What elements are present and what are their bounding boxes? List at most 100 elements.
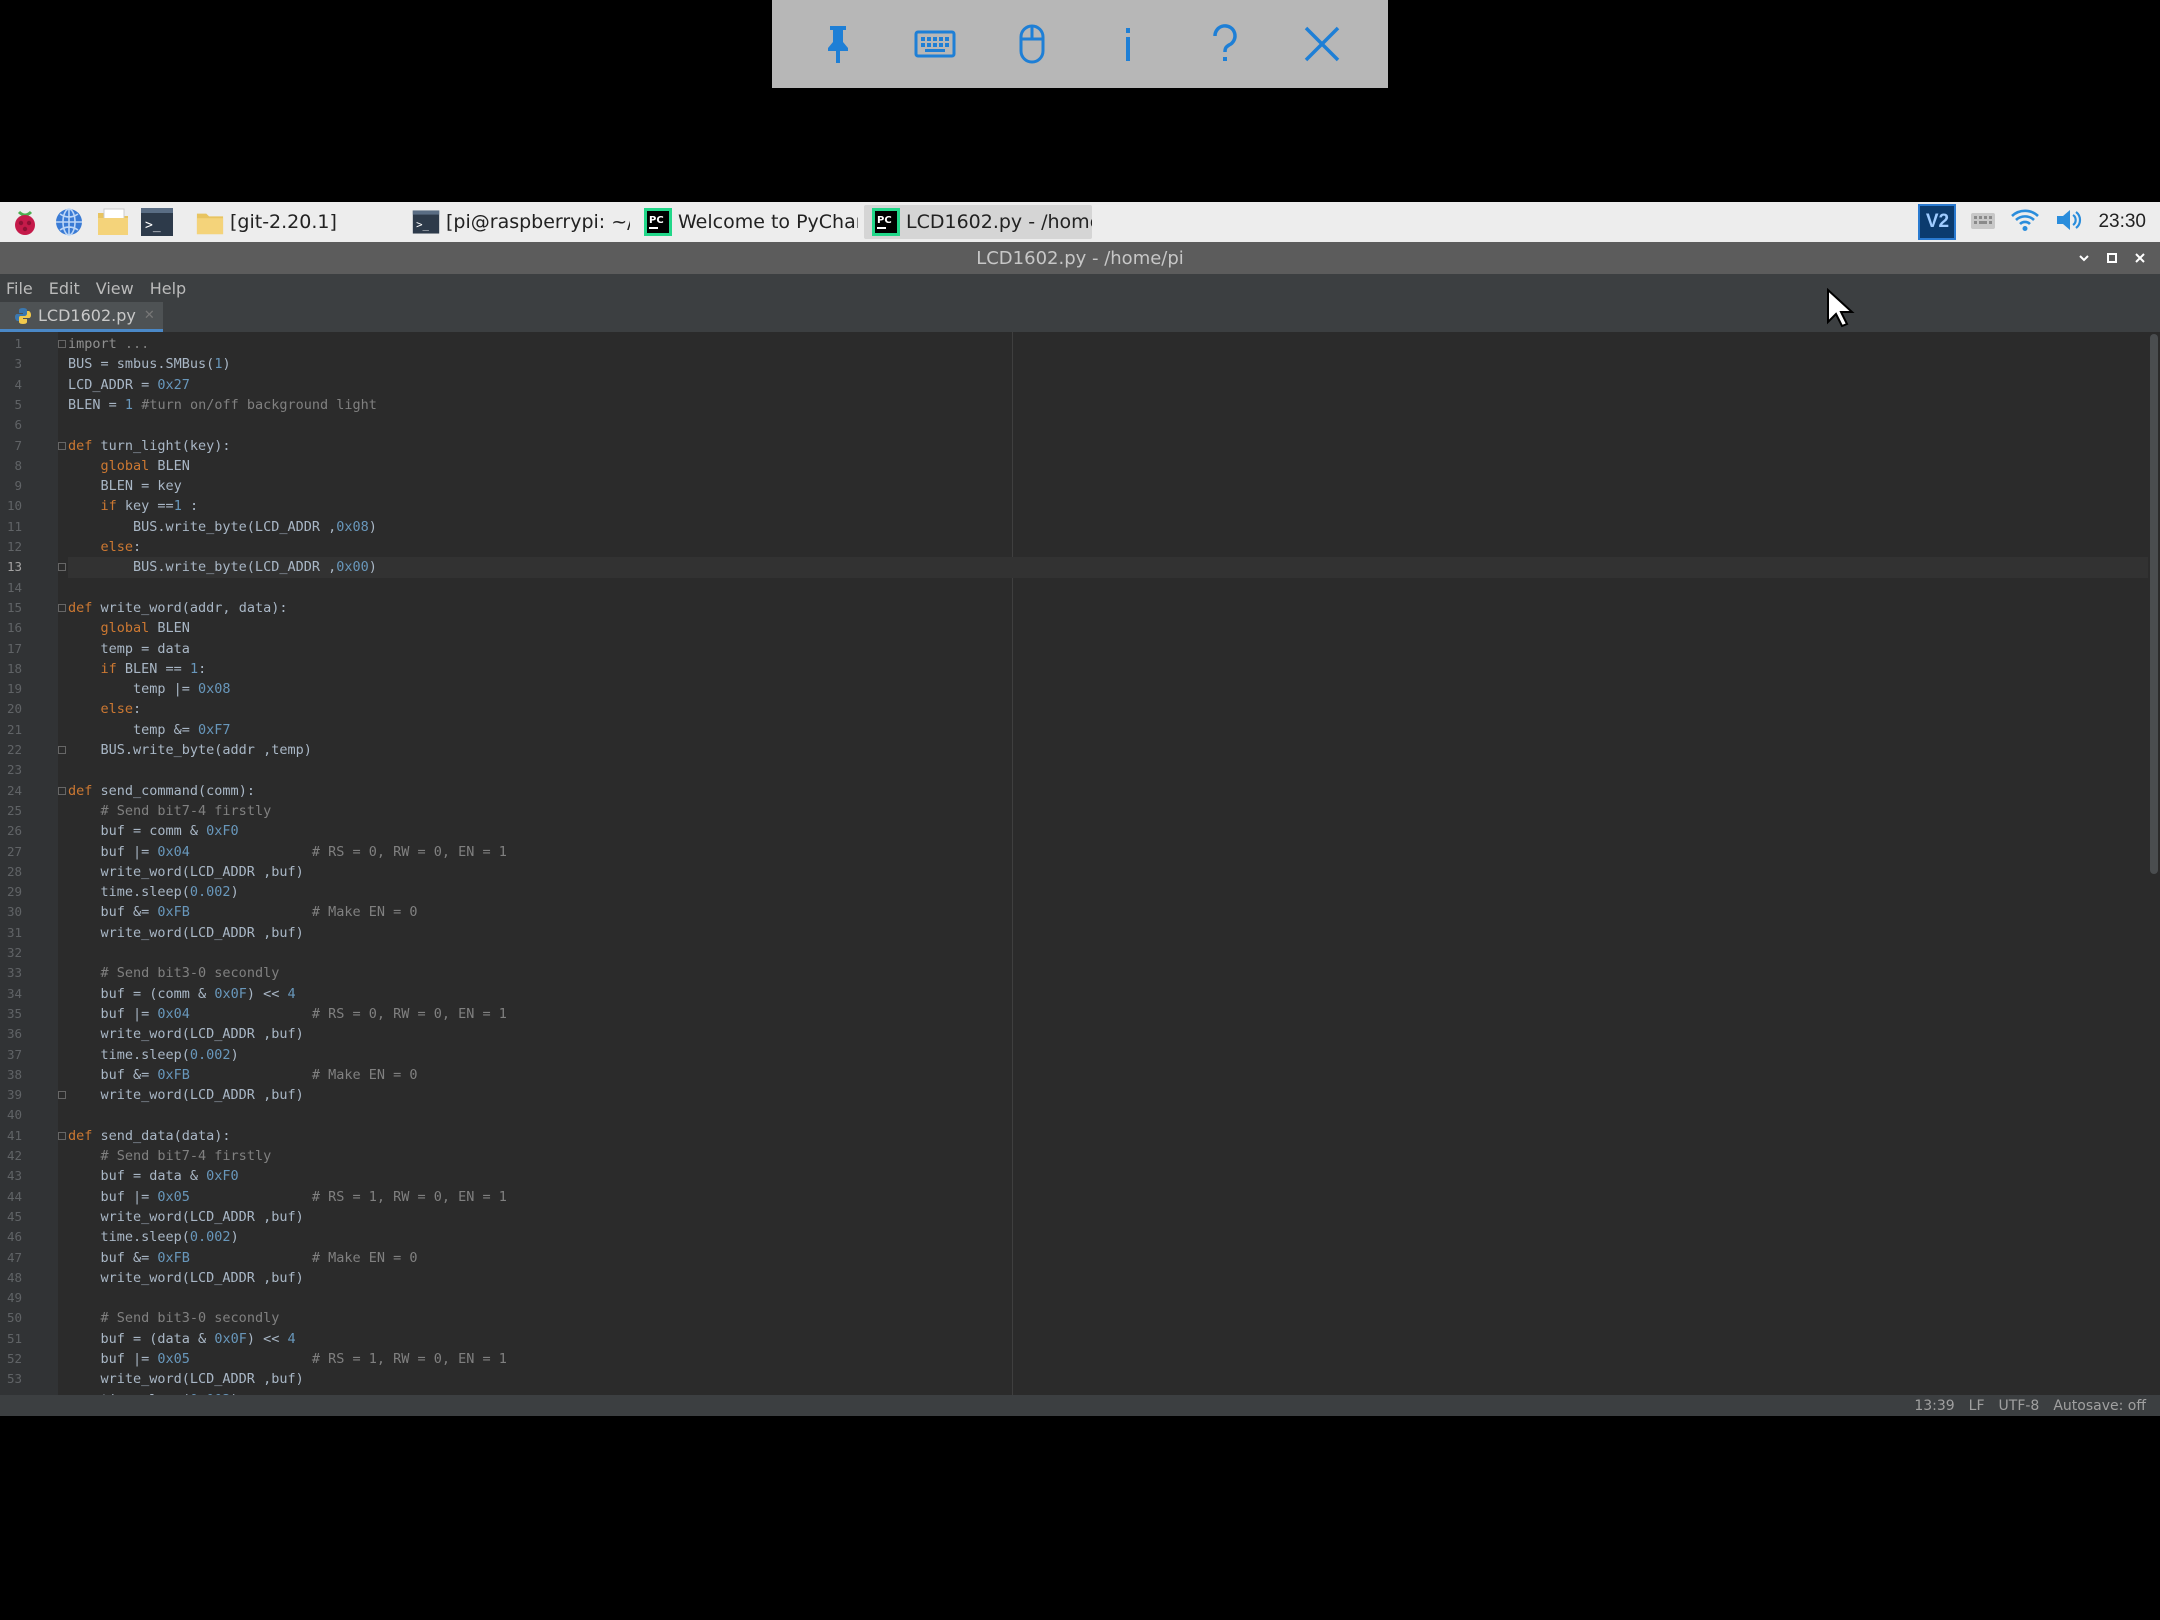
code-line[interactable]: write_word(LCD_ADDR ,buf)	[68, 1024, 304, 1044]
line-number: 41	[6, 1127, 22, 1143]
code-line[interactable]: global BLEN	[68, 618, 190, 638]
code-line[interactable]: buf &= 0xFB # Make EN = 0	[68, 1248, 418, 1268]
code-line[interactable]: buf |= 0x05 # RS = 1, RW = 0, EN = 1	[68, 1349, 507, 1369]
taskbar-task-pycharm-editor[interactable]: PC LCD1602.py - /home/pi	[864, 205, 1092, 239]
code-line[interactable]: write_word(LCD_ADDR ,buf)	[68, 1268, 304, 1288]
code-line[interactable]: if BLEN == 1:	[68, 659, 207, 679]
fold-marker-icon[interactable]	[58, 441, 66, 450]
code-line[interactable]: import ...	[68, 334, 149, 354]
line-number: 25	[6, 802, 22, 818]
code-line[interactable]: # Send bit7-4 firstly	[68, 801, 272, 821]
code-line[interactable]: global BLEN	[68, 456, 190, 476]
tab-label: LCD1602.py	[38, 306, 136, 325]
code-line[interactable]: buf = (data & 0x0F) << 4	[68, 1329, 296, 1349]
code-line[interactable]: write_word(LCD_ADDR ,buf)	[68, 1085, 304, 1105]
tab-lcd1602-py[interactable]: LCD1602.py ✕	[0, 302, 163, 332]
code-line[interactable]: BUS.write_byte(LCD_ADDR ,0x00)	[68, 557, 377, 577]
window-close-icon[interactable]	[2126, 244, 2154, 272]
file-encoding[interactable]: UTF-8	[1999, 1398, 2040, 1414]
line-number: 8	[14, 457, 22, 473]
menu-file[interactable]: File	[6, 279, 33, 298]
line-number: 43	[6, 1168, 22, 1184]
code-line[interactable]: def send_data(data):	[68, 1126, 231, 1146]
keyboard-icon[interactable]	[903, 12, 967, 76]
file-manager-icon[interactable]	[94, 204, 132, 240]
minimize-icon[interactable]	[2070, 244, 2098, 272]
vertical-scrollbar[interactable]	[2148, 332, 2160, 1395]
maximize-icon[interactable]	[2098, 244, 2126, 272]
tab-close-icon[interactable]: ✕	[144, 308, 155, 323]
fold-marker-icon[interactable]	[58, 746, 66, 754]
code-line[interactable]: buf = data & 0xF0	[68, 1166, 239, 1186]
code-line[interactable]: BUS.write_byte(LCD_ADDR ,0x08)	[68, 517, 377, 537]
code-line[interactable]: buf |= 0x05 # RS = 1, RW = 0, EN = 1	[68, 1187, 507, 1207]
line-number: 21	[6, 721, 22, 737]
code-line[interactable]: else:	[68, 699, 142, 719]
code-line[interactable]: # Send bit7-4 firstly	[68, 1146, 272, 1166]
code-line[interactable]: temp = data	[68, 639, 190, 659]
info-icon[interactable]	[1096, 12, 1160, 76]
mouse-icon[interactable]	[1000, 12, 1064, 76]
terminal-icon[interactable]: >_	[138, 204, 176, 240]
volume-icon[interactable]	[2054, 207, 2084, 237]
wifi-icon[interactable]	[2010, 207, 2040, 237]
code-line[interactable]: buf = (comm & 0x0F) << 4	[68, 984, 296, 1004]
code-line[interactable]: time.sleep(0.002)	[68, 1045, 239, 1065]
code-line[interactable]: temp &= 0xF7	[68, 720, 231, 740]
pycharm-icon: PC	[644, 208, 672, 236]
code-line[interactable]: # Send bit3-0 secondly	[68, 1308, 280, 1328]
fold-marker-icon[interactable]	[58, 340, 66, 348]
line-number: 53	[6, 1371, 22, 1387]
scrollbar-thumb[interactable]	[2150, 334, 2158, 874]
code-line[interactable]: buf &= 0xFB # Make EN = 0	[68, 902, 418, 922]
code-line[interactable]: write_word(LCD_ADDR ,buf)	[68, 923, 304, 943]
code-line[interactable]: buf |= 0x04 # RS = 0, RW = 0, EN = 1	[68, 1004, 507, 1024]
code-line[interactable]: time.sleep(0.002)	[68, 882, 239, 902]
code-line[interactable]: write_word(LCD_ADDR ,buf)	[68, 1369, 304, 1389]
code-line[interactable]: def turn_light(key):	[68, 436, 231, 456]
code-line[interactable]: write_word(LCD_ADDR ,buf)	[68, 1207, 304, 1227]
vnc-server-icon[interactable]: V2	[1918, 204, 1957, 240]
terminal-icon: >_	[412, 210, 440, 234]
code-line[interactable]: BLEN = 1 #turn on/off background light	[68, 395, 377, 415]
code-line[interactable]: if key ==1 :	[68, 496, 199, 516]
code-line[interactable]: buf = comm & 0xF0	[68, 821, 239, 841]
fold-marker-icon[interactable]	[58, 603, 66, 612]
keyboard-layout-icon[interactable]	[1970, 209, 1996, 235]
code-line[interactable]: def write_word(addr, data):	[68, 598, 287, 618]
code-line[interactable]: write_word(LCD_ADDR ,buf)	[68, 862, 304, 882]
code-editor[interactable]: 1 3 4 5 6 7 8 9 10 11 12 13 14 15 16 17 18 19 20 21 22 23 24 25…	[0, 332, 2160, 1395]
fold-marker-icon[interactable]	[58, 563, 66, 572]
code-line[interactable]: # Send bit3-0 secondly	[68, 963, 280, 983]
taskbar-task-pycharm-welcome[interactable]: PC Welcome to PyCharm	[636, 205, 858, 239]
fold-marker-icon[interactable]	[58, 786, 66, 795]
caret-position[interactable]: 13:39	[1914, 1398, 1954, 1414]
code-line[interactable]: LCD_ADDR = 0x27	[68, 375, 190, 395]
code-line[interactable]: BLEN = key	[68, 476, 182, 496]
line-separator[interactable]: LF	[1969, 1398, 1985, 1414]
menu-help[interactable]: Help	[150, 279, 186, 298]
close-icon[interactable]	[1290, 12, 1354, 76]
window-titlebar[interactable]: LCD1602.py - /home/pi	[0, 242, 2160, 274]
menu-view[interactable]: View	[96, 279, 134, 298]
code-line[interactable]: BUS = smbus.SMBus(1)	[68, 354, 231, 374]
code-line[interactable]: else:	[68, 537, 142, 557]
pin-icon[interactable]	[806, 12, 870, 76]
code-line[interactable]: buf |= 0x04 # RS = 0, RW = 0, EN = 1	[68, 842, 507, 862]
code-line[interactable]: time.sleep(0.002)	[68, 1227, 239, 1247]
help-icon[interactable]	[1193, 12, 1257, 76]
taskbar-task-git-folder[interactable]: [git-2.20.1]	[188, 205, 398, 239]
task-label: [pi@raspberrypi: ~/git...	[446, 211, 630, 233]
fold-marker-icon[interactable]	[58, 1131, 66, 1140]
fold-marker-icon[interactable]	[58, 1091, 66, 1100]
raspberry-menu-icon[interactable]	[6, 204, 44, 240]
clock[interactable]: 23:30	[2098, 211, 2146, 233]
code-line[interactable]: temp |= 0x08	[68, 679, 231, 699]
code-line[interactable]: BUS.write_byte(addr ,temp)	[68, 740, 312, 760]
code-line[interactable]: def send_command(comm):	[68, 781, 255, 801]
taskbar-task-terminal[interactable]: >_ [pi@raspberrypi: ~/git...	[404, 205, 630, 239]
menu-edit[interactable]: Edit	[49, 279, 80, 298]
web-browser-icon[interactable]	[50, 204, 88, 240]
vnc-label: V2	[1925, 211, 1950, 232]
code-line[interactable]: buf &= 0xFB # Make EN = 0	[68, 1065, 418, 1085]
